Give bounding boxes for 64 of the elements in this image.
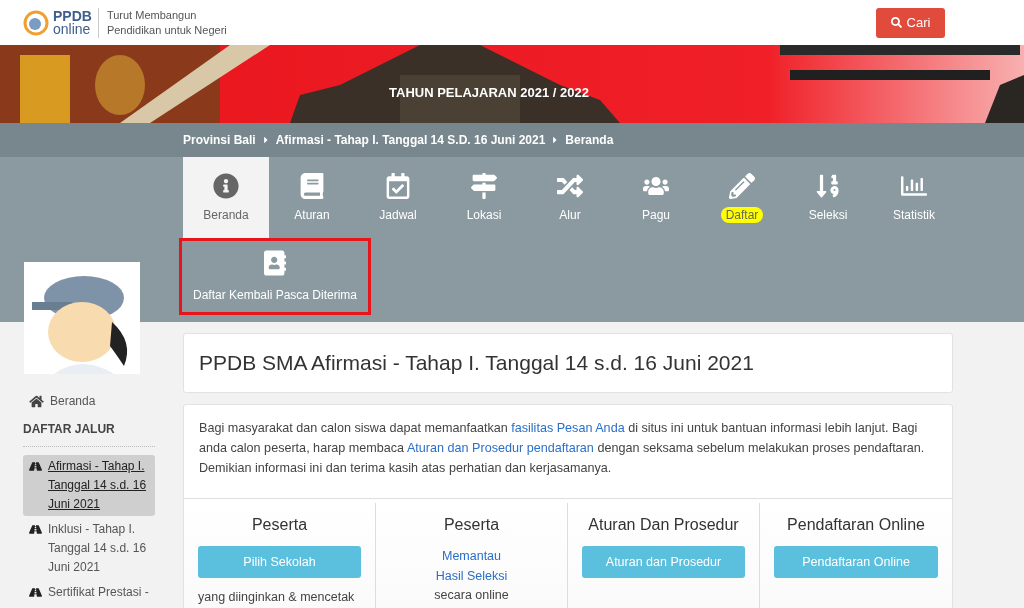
banner-caption: TAHUN PELAJARAN 2021 / 2022 (389, 84, 589, 103)
road-icon (29, 523, 42, 536)
sub-nav-tab[interactable]: Daftar Kembali Pasca Diterima (179, 238, 371, 315)
tab-label: Beranda (202, 206, 250, 223)
nav-tab[interactable]: Pagu (613, 157, 699, 238)
nav-tab[interactable]: Aturan (269, 157, 355, 238)
home-link[interactable]: Beranda (29, 392, 155, 410)
tab-label: Pagu (641, 206, 671, 223)
search-icon (890, 17, 902, 28)
tab-label: Alur (558, 206, 582, 223)
tab-label: Lokasi (465, 206, 503, 223)
home-icon (29, 394, 44, 408)
breadcrumb-link[interactable]: Beranda (565, 131, 614, 149)
route-link[interactable]: Inklusi - Tahap I. Tanggal 14 s.d. 16 Juni 2021 (23, 518, 155, 579)
calendar-check-icon (385, 172, 411, 199)
tab-label: Jadwal (378, 206, 418, 223)
shuffle-icon (557, 172, 583, 199)
breadcrumb-link[interactable]: Afirmasi - Tahap I. Tanggal 14 S.D. 16 Juni 2021 (275, 131, 546, 149)
logo-text: online (53, 22, 92, 36)
logo[interactable]: PPDB online (23, 9, 92, 36)
link[interactable]: fasilitas Pesan Anda (511, 421, 625, 435)
tagline: Pendidikan untuk Negeri (106, 22, 227, 38)
sort-numeric-icon (815, 172, 841, 199)
link[interactable]: Hasil Seleksi (435, 566, 508, 586)
pencil-icon (729, 172, 755, 199)
nav-tab[interactable]: Seleksi (785, 157, 871, 238)
highlight-badge: Daftar (720, 206, 764, 223)
link[interactable]: Memantau (441, 546, 502, 566)
page-title: PPDB SMA Afirmasi - Tahap I. Tanggal 14 s.d. 16 Juni 2021 (199, 350, 754, 377)
action-button[interactable]: Aturan dan Prosedur (582, 546, 745, 578)
nav-tab[interactable]: Statistik (871, 157, 957, 238)
road-icon (29, 460, 42, 473)
breadcrumb-link[interactable]: Provinsi Bali (183, 131, 256, 149)
action-button[interactable]: Pilih Sekolah (198, 546, 361, 578)
column-note: yang diinginkan & mencetak (198, 590, 355, 605)
tab-label: Seleksi (807, 206, 849, 223)
signpost-icon (471, 172, 497, 199)
caret-icon (261, 135, 270, 145)
link[interactable]: Aturan dan Prosedur pendaftaran (406, 441, 594, 455)
tagline: Turut Membangun (106, 7, 198, 23)
route-link[interactable]: Sertifikat Prestasi - (23, 581, 155, 604)
contact-book-icon (264, 249, 286, 276)
nav-tab[interactable]: Jadwal (355, 157, 441, 238)
nav-tab[interactable]: Alur (527, 157, 613, 238)
route-link[interactable]: Afirmasi - Tahap I. Tanggal 14 s.d. 16 Juni 2021 (23, 455, 155, 516)
section-heading: DAFTAR JALUR (23, 421, 116, 438)
logo-icon (23, 9, 49, 36)
nav-tab[interactable]: Beranda (183, 157, 269, 238)
road-icon (29, 586, 42, 599)
nav-tab[interactable]: Daftar (699, 157, 785, 238)
search-button[interactable]: Cari (876, 7, 945, 38)
column-title: Peserta (251, 515, 308, 535)
nav-tab[interactable]: Lokasi (441, 157, 527, 238)
info-icon (213, 172, 239, 199)
intro-paragraph: Bagi masyarakat dan calon siswa dapat memanfaatkan fasilitas Pesan Anda di situs ini untuk bantuan informasi lebih lanjut. Bagi anda calon peserta, harap membaca Aturan dan Prosedur pendaftaran dengan seksama sebelum melakukan proses pendaftaran. Demikian informasi ini dan terima kasih atas perhatian dan kerjasamanya. (199, 420, 926, 477)
column-note: secara online (434, 587, 509, 604)
column-title: Pendaftaran Online (787, 515, 925, 535)
column-title: Aturan Dan Prosedur (588, 515, 739, 535)
book-icon (299, 172, 325, 199)
logo-text: PPDB (53, 9, 92, 23)
tab-label: Statistik (892, 206, 936, 223)
tab-label: Aturan (293, 206, 331, 223)
action-button[interactable]: Pendaftaran Online (774, 546, 938, 578)
column-title: Peserta (443, 515, 500, 535)
